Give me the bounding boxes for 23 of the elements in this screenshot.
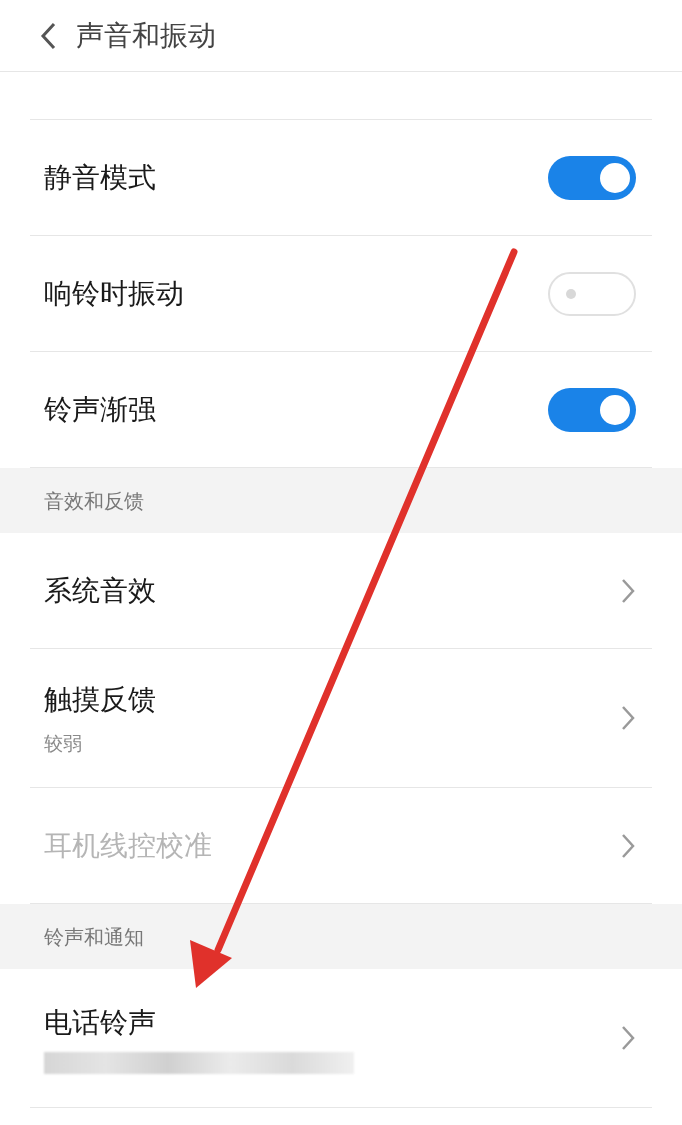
row-label: 系统音效 [44,572,156,609]
settings-row[interactable]: 铃声渐强 [30,352,652,467]
chevron-right-icon [620,704,636,732]
row-label: 触摸反馈 [44,681,156,718]
row-label: 耳机线控校准 [44,827,212,864]
row-label: 铃声渐强 [44,391,156,428]
settings-row[interactable]: 系统音效 [30,533,652,648]
page-title: 声音和振动 [76,17,216,54]
row-label: 响铃时振动 [44,275,184,312]
row-label: 电话铃声 [44,1005,157,1041]
section-header: 音效和反馈 [44,487,144,515]
row-label: 静音模式 [44,159,156,196]
toggle-switch[interactable] [548,387,636,432]
settings-row[interactable]: 响铃时振动 [30,236,652,351]
settings-row[interactable]: 静音模式 [30,120,652,235]
chevron-right-icon [620,1024,636,1052]
toggle-switch[interactable] [548,155,636,200]
toggle-switch[interactable] [548,271,636,316]
row-value: 较弱 [44,730,83,756]
back-icon[interactable] [40,20,56,51]
section-header: 铃声和通知 [44,923,144,951]
settings-row[interactable]: 电话铃声 [30,969,652,1107]
settings-row[interactable]: 触摸反馈 较弱 [30,649,652,787]
